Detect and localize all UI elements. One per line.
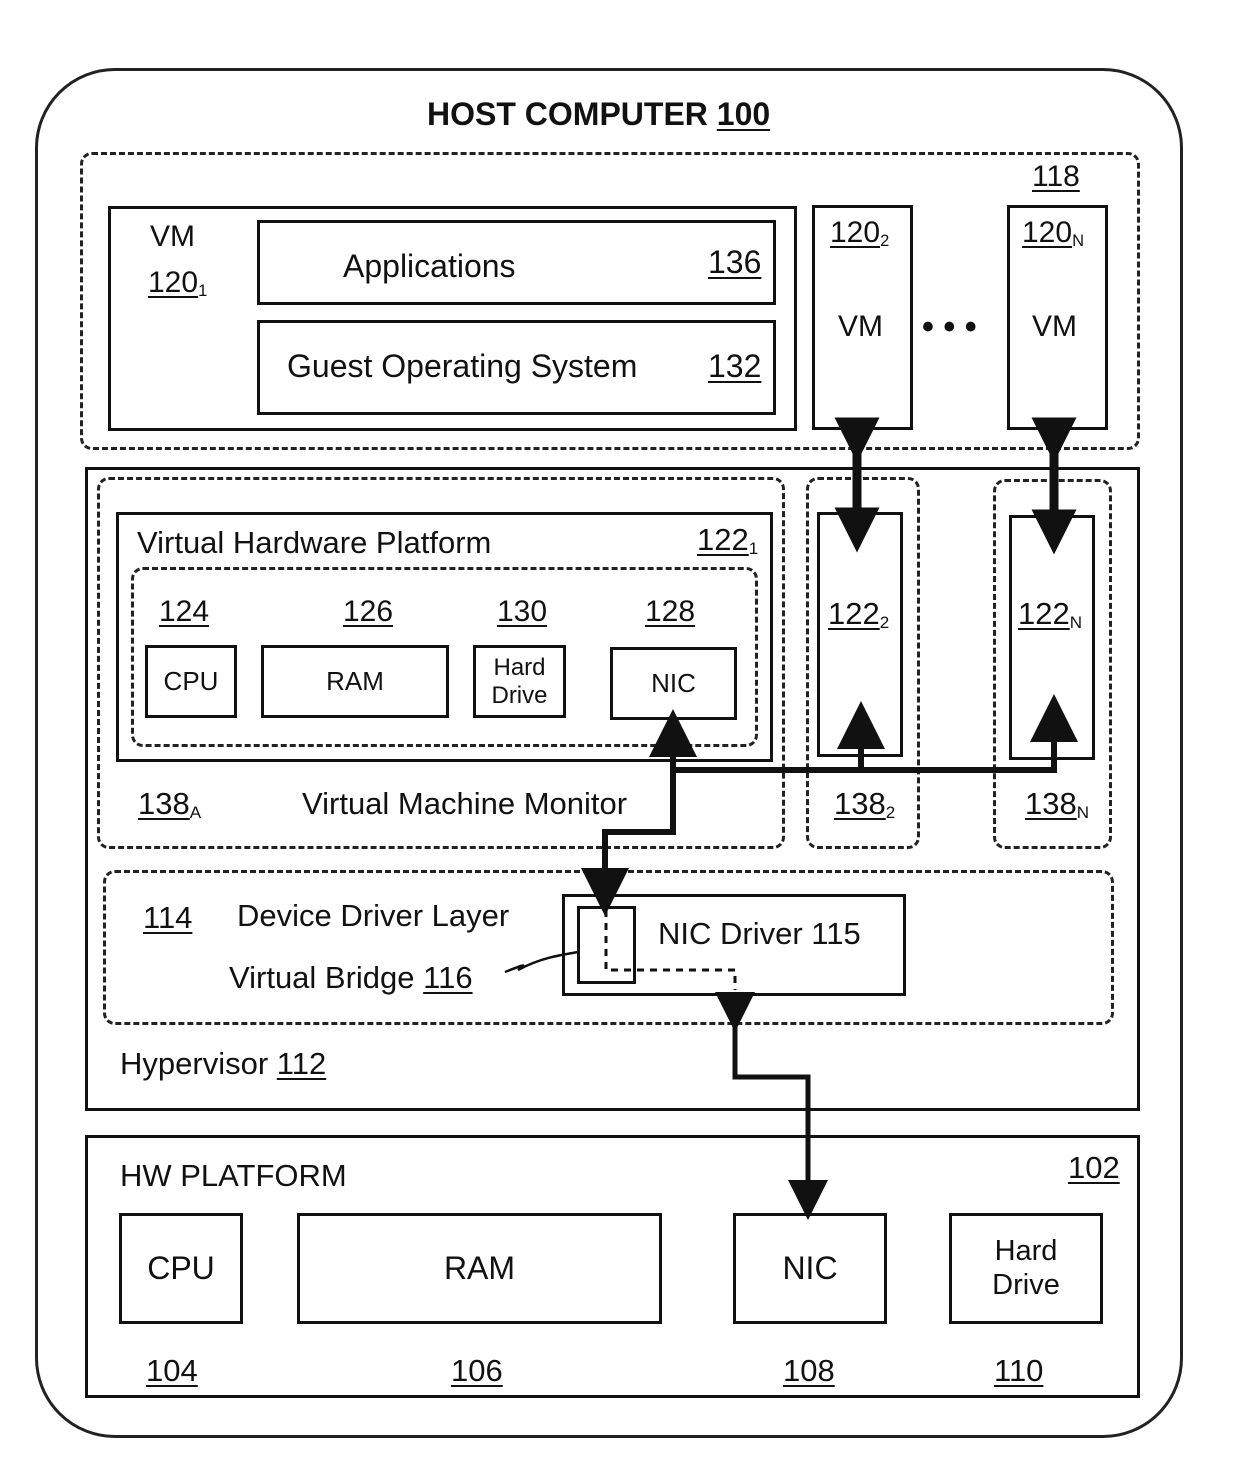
virtual-nic-ref: 128 [645,595,696,628]
hw-nic[interactable]: NIC [733,1213,887,1324]
vm-n-ref: 120N [1022,216,1084,251]
vm-n-label: VM [1032,310,1077,343]
virtual-bridge-box[interactable] [577,906,636,984]
device-driver-layer-ref: 114 [143,900,193,935]
hw-hard-drive-ref: 110 [994,1353,1044,1388]
guest-os-label: Guest Operating System [287,348,638,384]
virtual-ram[interactable]: RAM [261,645,449,718]
host-computer-ref: 100 [716,96,771,132]
hw-ram-ref: 106 [451,1353,503,1388]
hw-hard-drive[interactable]: Hard Drive [949,1213,1103,1324]
hw-platform-title: HW PLATFORM [120,1158,347,1193]
virtual-nic[interactable]: NIC [610,647,737,720]
hw-cpu[interactable]: CPU [119,1213,243,1324]
virtual-cpu[interactable]: CPU [145,645,237,718]
vmm-2-ref: 1382 [834,786,896,823]
virtual-cpu-ref: 124 [159,595,210,628]
hw-cpu-ref: 104 [146,1353,198,1388]
virtual-hard-drive[interactable]: Hard Drive [473,645,566,718]
vm-1-ref: 1201 [148,266,208,301]
vm-1-label: VM [150,220,195,253]
applications-label: Applications [343,248,516,284]
vmm-label: Virtual Machine Monitor [302,786,628,821]
hw-nic-ref: 108 [783,1353,835,1388]
vmm-a-ref: 138A [138,786,202,823]
nic-driver-label: NIC Driver 115 [658,916,861,951]
virtual-bridge-label: Virtual Bridge 116 [229,960,473,995]
hw-ram[interactable]: RAM [297,1213,662,1324]
vmm-n-ref: 138N [1025,786,1090,823]
vm-2-label: VM [838,310,883,343]
applications-ref: 136 [708,244,762,280]
hypervisor-label: Hypervisor 112 [120,1046,327,1081]
virtual-ram-ref: 126 [343,595,394,628]
applications-box[interactable] [257,220,776,305]
virtual-hardware-platform-2-ref: 1222 [828,596,890,633]
ellipsis-dots: • • • [922,308,977,346]
virtual-hardware-platform-ref: 1221 [697,522,759,559]
virtual-hardware-platform-n[interactable] [1009,515,1095,760]
hw-platform-ref: 102 [1068,1150,1120,1185]
virtual-hard-drive-ref: 130 [497,595,548,628]
virtual-hardware-platform-2[interactable] [817,512,903,757]
device-driver-layer-label: Device Driver Layer [237,898,510,933]
vm-2-ref: 1202 [830,216,890,251]
virtual-hardware-platform-label: Virtual Hardware Platform [137,525,492,560]
guest-os-ref: 132 [708,348,762,384]
vm-group-ref: 118 [1032,160,1080,193]
virtual-hardware-platform-n-ref: 122N [1018,596,1083,633]
host-computer-title: HOST COMPUTER 100 [427,96,771,132]
